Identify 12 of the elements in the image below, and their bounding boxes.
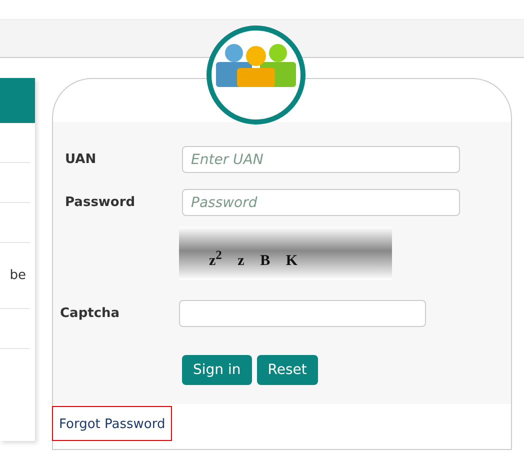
panel-text: be — [10, 268, 27, 283]
form-button[interactable]: Reset — [256, 355, 318, 385]
field-label: Password — [65, 195, 136, 210]
field-label: UAN — [65, 152, 98, 167]
captcha-image: z$^{2}$ z B K — [179, 227, 392, 280]
captcha-field[interactable] — [179, 300, 426, 327]
input-field[interactable]: Password — [182, 189, 460, 216]
panel-header — [0, 78, 35, 123]
field-label: Captcha — [60, 306, 121, 321]
input-field[interactable]: Enter UAN — [182, 146, 460, 173]
form-button[interactable]: Sign in — [182, 355, 252, 385]
forgot-password-link[interactable]: Forgot Password — [52, 406, 172, 441]
